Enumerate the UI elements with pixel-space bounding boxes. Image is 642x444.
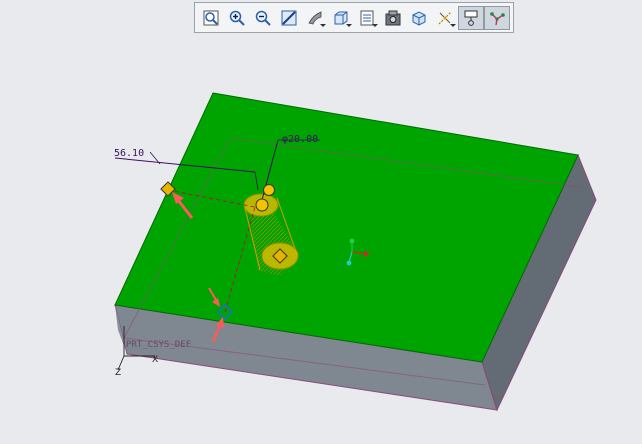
view-toolbar [194,2,514,33]
zoom-out-icon [255,10,271,26]
graphics-viewport[interactable]: 56.10 φ20.00 Z X PRT_CSYS_DEF [0,36,642,440]
csys-axis-x-label: X [152,355,158,365]
csys-axis-z-label: Z [115,368,121,378]
dim-horizontal-value: 56.10 [114,148,144,159]
zoom-in-button[interactable] [224,6,250,30]
view-orient-icon [308,10,322,24]
repaint-button[interactable] [276,6,302,30]
saved-views-button[interactable] [354,6,380,30]
display-style-button[interactable] [328,6,354,30]
csys-name-label: PRT_CSYS_DEF [126,340,191,350]
display-style-icon [334,11,348,24]
zoom-out-button[interactable] [250,6,276,30]
zoom-fit-icon [203,10,219,25]
view-manager-icon [385,10,401,25]
zoom-in-icon [229,10,245,26]
perspective-icon [412,10,426,26]
perspective-button[interactable] [406,6,432,30]
model-canvas[interactable]: 56.10 φ20.00 Z X PRT_CSYS_DEF [0,36,642,440]
datum-display-button[interactable] [432,6,458,30]
annotation-display-button[interactable] [458,5,484,30]
repaint-icon [281,10,297,25]
annotation-display-icon [464,10,478,26]
dim-diameter-value: φ20.00 [282,134,318,145]
datum-display-icon [438,11,452,24]
zoom-fit-button[interactable] [198,6,224,30]
spin-center-button[interactable] [484,5,510,30]
view-manager-button[interactable] [380,6,406,30]
spin-center-icon [490,11,505,25]
view-orient-button[interactable] [302,6,328,30]
saved-views-icon [360,10,374,25]
